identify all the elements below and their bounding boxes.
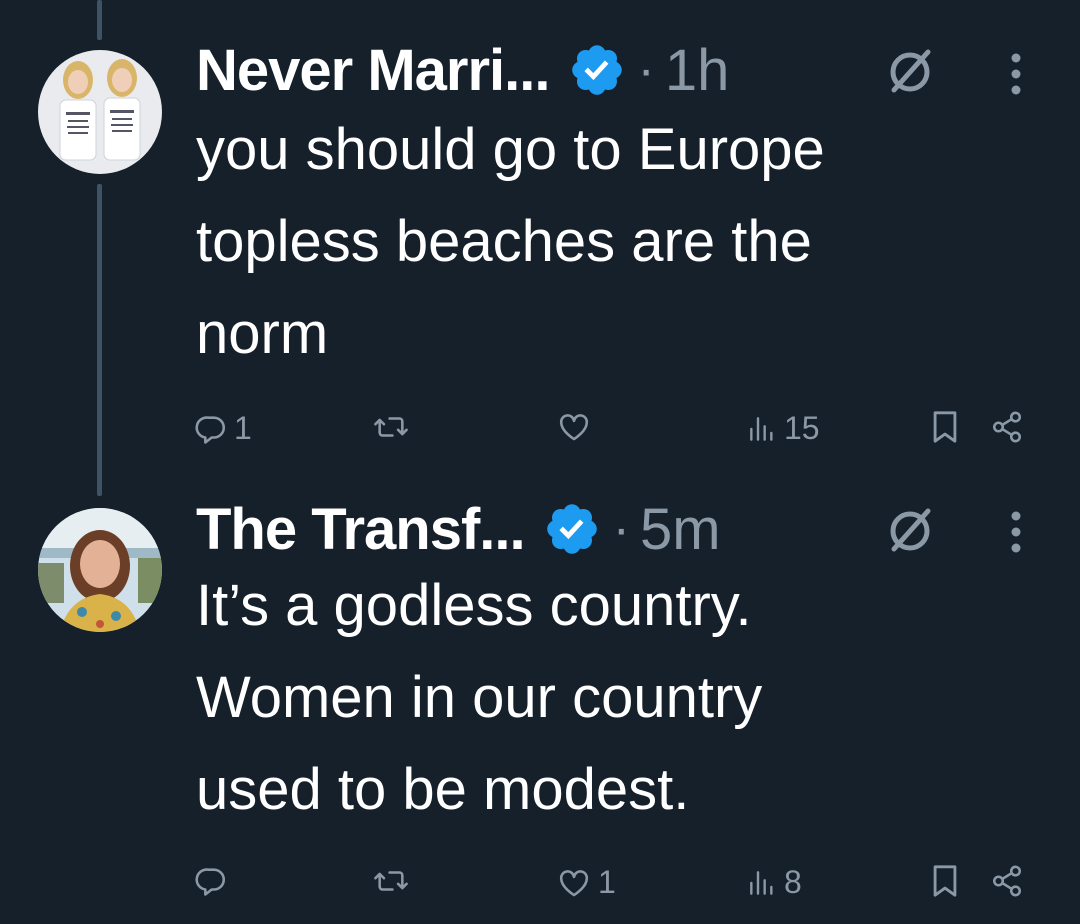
share-button[interactable] [990,410,1024,444]
grok-icon[interactable] [882,44,938,100]
like-icon [559,869,589,896]
views-button[interactable]: 15 [746,410,820,447]
tweet-header: Never Marri... · 1h [196,35,729,105]
retweet-icon [374,417,408,437]
retweet-button[interactable] [372,864,410,898]
bookmark-button[interactable] [930,410,960,444]
tweet-2[interactable]: The Transf... · 5m It’s a godless countr… [0,490,1080,900]
reply-icon [195,868,226,896]
retweet-button[interactable] [372,410,410,444]
tweet-text-line: It’s a godless country. [196,573,752,638]
reply-icon [195,415,226,444]
share-icon [992,865,1022,897]
tweet-text-line: you should go to Europe [196,117,825,182]
tweet-text-line: topless beaches are the [196,209,812,274]
views-icon [750,416,773,441]
bookmark-icon [933,411,957,443]
tweet-text: It’s a godless country. Women in our cou… [196,560,1056,836]
tweet-text-line: norm [196,301,329,366]
reply-button[interactable] [194,864,234,898]
tweet-1[interactable]: Never Marri... · 1h you should go to Eur… [0,0,1080,470]
grok-icon[interactable] [882,503,938,559]
timestamp[interactable]: 5m [640,496,721,563]
avatar[interactable] [38,50,162,174]
view-count: 8 [784,864,802,900]
reply-count: 1 [234,410,252,446]
display-name[interactable]: Never Marri... [196,37,551,104]
views-icon [750,870,773,895]
avatar-image [38,50,162,174]
view-count: 15 [784,410,820,446]
reply-button[interactable]: 1 [194,410,252,447]
action-bar: 1 8 [0,864,1080,924]
tweet-text-line: Women in our country [196,665,763,730]
separator-dot: · [612,500,630,558]
more-icon[interactable] [1006,502,1026,562]
like-icon [559,414,589,441]
avatar[interactable] [38,508,162,632]
verified-badge-icon [546,504,597,554]
bookmark-icon [933,865,957,897]
share-button[interactable] [990,864,1024,898]
views-button[interactable]: 8 [746,864,802,901]
tweet-text: you should go to Europe topless beaches … [196,104,1056,380]
tweet-header: The Transf... · 5m [196,494,721,564]
avatar-image [38,508,162,632]
more-icon[interactable] [1006,44,1026,104]
verified-badge-icon [571,45,622,95]
like-count: 1 [598,864,616,900]
bookmark-button[interactable] [930,864,960,898]
separator-dot: · [637,41,655,99]
action-bar: 1 15 [0,398,1080,458]
share-icon [992,411,1022,443]
like-button[interactable] [556,410,592,444]
retweet-icon [374,871,408,891]
display-name[interactable]: The Transf... [196,496,526,563]
timestamp[interactable]: 1h [665,37,730,104]
like-button[interactable]: 1 [556,864,616,901]
tweet-text-line: used to be modest. [196,757,690,822]
